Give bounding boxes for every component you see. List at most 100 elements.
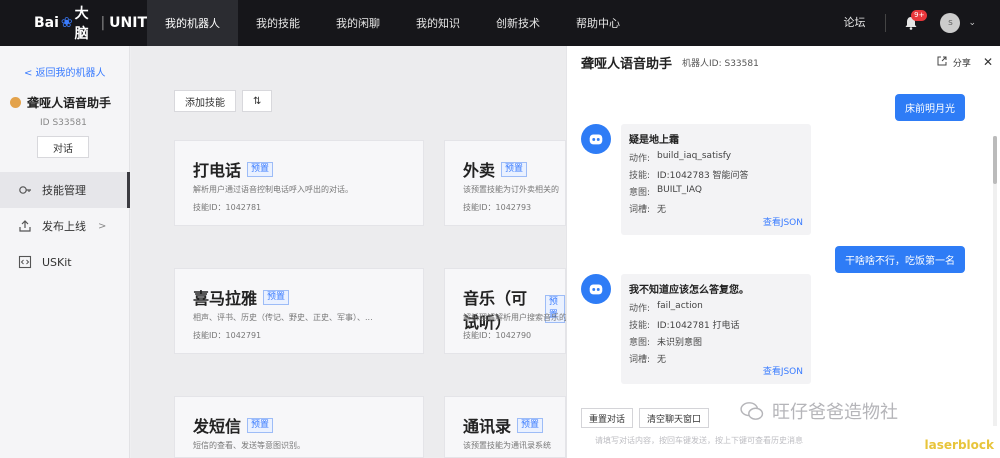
sidebar-item-uskit[interactable]: USKit — [0, 244, 130, 280]
skill-id: 技能ID：1042793 — [463, 203, 532, 212]
nav-help-center[interactable]: 帮助中心 — [558, 0, 638, 46]
share-icon[interactable] — [937, 56, 947, 69]
share-button[interactable]: 分享 — [953, 56, 971, 69]
bot-avatar-icon — [581, 274, 611, 304]
meta-key: 技能: — [629, 171, 651, 181]
meta-value: fail_action — [657, 301, 703, 311]
reply-meta-row: 词槽: 无 — [629, 352, 666, 365]
reply-meta-row: 技能: ID:1042781 打电话 — [629, 318, 740, 331]
skill-card[interactable]: 喜马拉雅 预置 相声、评书、历史（传记、野史、正史、军事）、... 技能ID：10… — [174, 268, 424, 354]
skills-icon — [18, 183, 32, 197]
logo-text: Bai — [34, 15, 59, 31]
sidebar-item-publish[interactable]: 发布上线 > — [0, 208, 130, 244]
meta-key: 词槽: — [629, 205, 651, 215]
skill-title: 发短信 — [193, 417, 242, 436]
chat-button[interactable]: 对话 — [37, 136, 89, 158]
skill-id: 技能ID：1042791 — [193, 331, 262, 340]
skill-card[interactable]: 发短信 预置 短信的查看、发送等意图识别。 — [174, 396, 424, 458]
skill-description: 该预置技能为订外卖相关的 — [463, 185, 559, 194]
bot-name-label: 聋哑人语音助手 — [27, 96, 112, 110]
corner-watermark: laserblock — [924, 438, 994, 452]
skill-card[interactable]: 外卖 预置 该预置技能为订外卖相关的 技能ID：1042793 — [444, 140, 566, 226]
nav-my-chitchat[interactable]: 我的闲聊 — [318, 0, 398, 46]
nav-my-skills[interactable]: 我的技能 — [238, 0, 318, 46]
code-icon — [18, 255, 32, 269]
skill-title: 外卖 — [463, 161, 496, 180]
bot-avatar-icon — [581, 124, 611, 154]
forum-link[interactable]: 论坛 — [823, 14, 887, 32]
panel-title: 聋哑人语音助手 — [581, 56, 673, 72]
preset-tag: 预置 — [247, 417, 274, 433]
meta-key: 意图: — [629, 188, 651, 198]
skill-description: 相声、评书、历史（传记、野史、正史、军事）、... — [193, 313, 373, 322]
notification-bell-icon[interactable]: 9+ — [904, 10, 928, 30]
reply-meta-row: 动作: fail_action — [629, 301, 703, 314]
clear-chat-button[interactable]: 清空聊天窗口 — [639, 408, 710, 428]
nav-my-robots[interactable]: 我的机器人 — [147, 0, 238, 46]
meta-key: 技能: — [629, 321, 651, 331]
panel-footer: 重置对话 清空聊天窗口 — [581, 408, 710, 428]
bot-reply-card: 疑是地上霜 动作: build_iaq_satisfy 技能: ID:1042783… — [621, 124, 811, 235]
wechat-icon — [740, 402, 764, 420]
skill-card[interactable]: 音乐（可试听） 预置 解析理解解析用户搜索音乐的需 技能ID：1042790 — [444, 268, 567, 354]
meta-value: ID:1042783 智能问答 — [657, 171, 749, 181]
bot-reply-card: 我不知道应该怎么答复您。 动作: fail_action 技能: ID:104278… — [621, 274, 811, 384]
skill-description: 解析理解解析用户搜索音乐的需 — [463, 313, 567, 322]
chat-messages: 床前明月光 疑是地上霜 动作: build_iaq_satisfy 技能: ID:1… — [567, 86, 997, 426]
view-json-link[interactable]: 查看JSON — [763, 364, 803, 377]
top-nav: Bai ❀ 大脑 | UNIT 我的机器人 我的技能 我的闲聊 我的知识 创新技… — [0, 0, 1000, 46]
meta-key: 动作: — [629, 304, 651, 314]
skill-id: 技能ID：1042781 — [193, 203, 262, 212]
skill-card[interactable]: 通讯录 预置 该预置技能为通讯录系统 — [444, 396, 566, 458]
sidebar-item-label: 发布上线 — [42, 220, 86, 233]
panel-header: 聋哑人语音助手 机器人ID: S33581 分享 ✕ — [567, 46, 1000, 78]
reply-meta-row: 技能: ID:1042783 智能问答 — [629, 168, 749, 181]
meta-key: 词槽: — [629, 355, 651, 365]
skill-title: 音乐（可试听） — [463, 289, 528, 332]
bot-reply-text: 我不知道应该怎么答复您。 — [629, 285, 749, 296]
sort-icon[interactable]: ⇅ — [242, 90, 273, 112]
paw-icon: ❀ — [60, 15, 73, 31]
publish-icon — [18, 219, 32, 233]
close-icon[interactable]: ✕ — [983, 55, 993, 69]
skill-card[interactable]: 打电话 预置 解析用户通过语音控制电话呼入呼出的对话。 技能ID：1042781 — [174, 140, 424, 226]
bot-reply-text: 疑是地上霜 — [629, 135, 679, 146]
baidu-unit-logo[interactable]: Bai ❀ 大脑 | UNIT — [0, 0, 147, 46]
sidebar-item-label: USKit — [42, 255, 72, 269]
chevron-down-icon[interactable]: ⌄ — [968, 18, 976, 28]
add-skill-button[interactable]: 添加技能 — [174, 90, 236, 112]
back-to-robots-link[interactable]: < 返回我的机器人 — [24, 64, 106, 79]
view-json-link[interactable]: 查看JSON — [763, 215, 803, 228]
nav-my-knowledge[interactable]: 我的知识 — [398, 0, 478, 46]
sidebar-item-label: 技能管理 — [42, 184, 86, 197]
panel-bot-id: 机器人ID: S33581 — [682, 58, 759, 69]
meta-value: 无 — [657, 355, 667, 365]
chat-input[interactable]: 请填写对话内容，按回车键发送，按上下键可查看历史消息 — [595, 435, 803, 446]
sidebar-item-skills[interactable]: 技能管理 — [0, 172, 130, 208]
bot-id: ID S33581 — [40, 118, 87, 128]
chat-scrollbar-thumb[interactable] — [993, 136, 997, 184]
bot-name: 聋哑人语音助手 — [10, 94, 111, 111]
skill-description: 解析用户通过语音控制电话呼入呼出的对话。 — [193, 185, 353, 194]
preset-tag: 预置 — [247, 161, 274, 177]
preset-tag: 预置 — [501, 161, 528, 177]
skill-description: 短信的查看、发送等意图识别。 — [193, 441, 305, 450]
preset-tag: 预置 — [263, 289, 290, 305]
skills-toolbar: 添加技能 ⇅ — [174, 90, 273, 112]
reply-meta-row: 意图: BUILT_IAQ — [629, 185, 702, 198]
skill-title: 打电话 — [193, 161, 242, 180]
skill-id: 技能ID：1042790 — [463, 331, 532, 340]
chevron-right-icon: > — [98, 220, 107, 232]
reply-meta-row: 词槽: 无 — [629, 202, 666, 215]
preset-tag: 预置 — [517, 417, 544, 433]
meta-value: build_iaq_satisfy — [657, 151, 732, 161]
reset-chat-button[interactable]: 重置对话 — [581, 408, 634, 428]
bot-avatar-icon — [10, 97, 21, 108]
logo-product: UNIT — [109, 15, 147, 31]
user-avatar[interactable]: s — [940, 13, 961, 33]
notification-badge: 9+ — [911, 10, 928, 21]
chat-test-panel: 聋哑人语音助手 机器人ID: S33581 分享 ✕ 床前明月光 疑是地上霜 动… — [566, 46, 1000, 458]
skill-title: 喜马拉雅 — [193, 289, 258, 308]
meta-value: ID:1042781 打电话 — [657, 321, 740, 331]
nav-innovation[interactable]: 创新技术 — [478, 0, 558, 46]
